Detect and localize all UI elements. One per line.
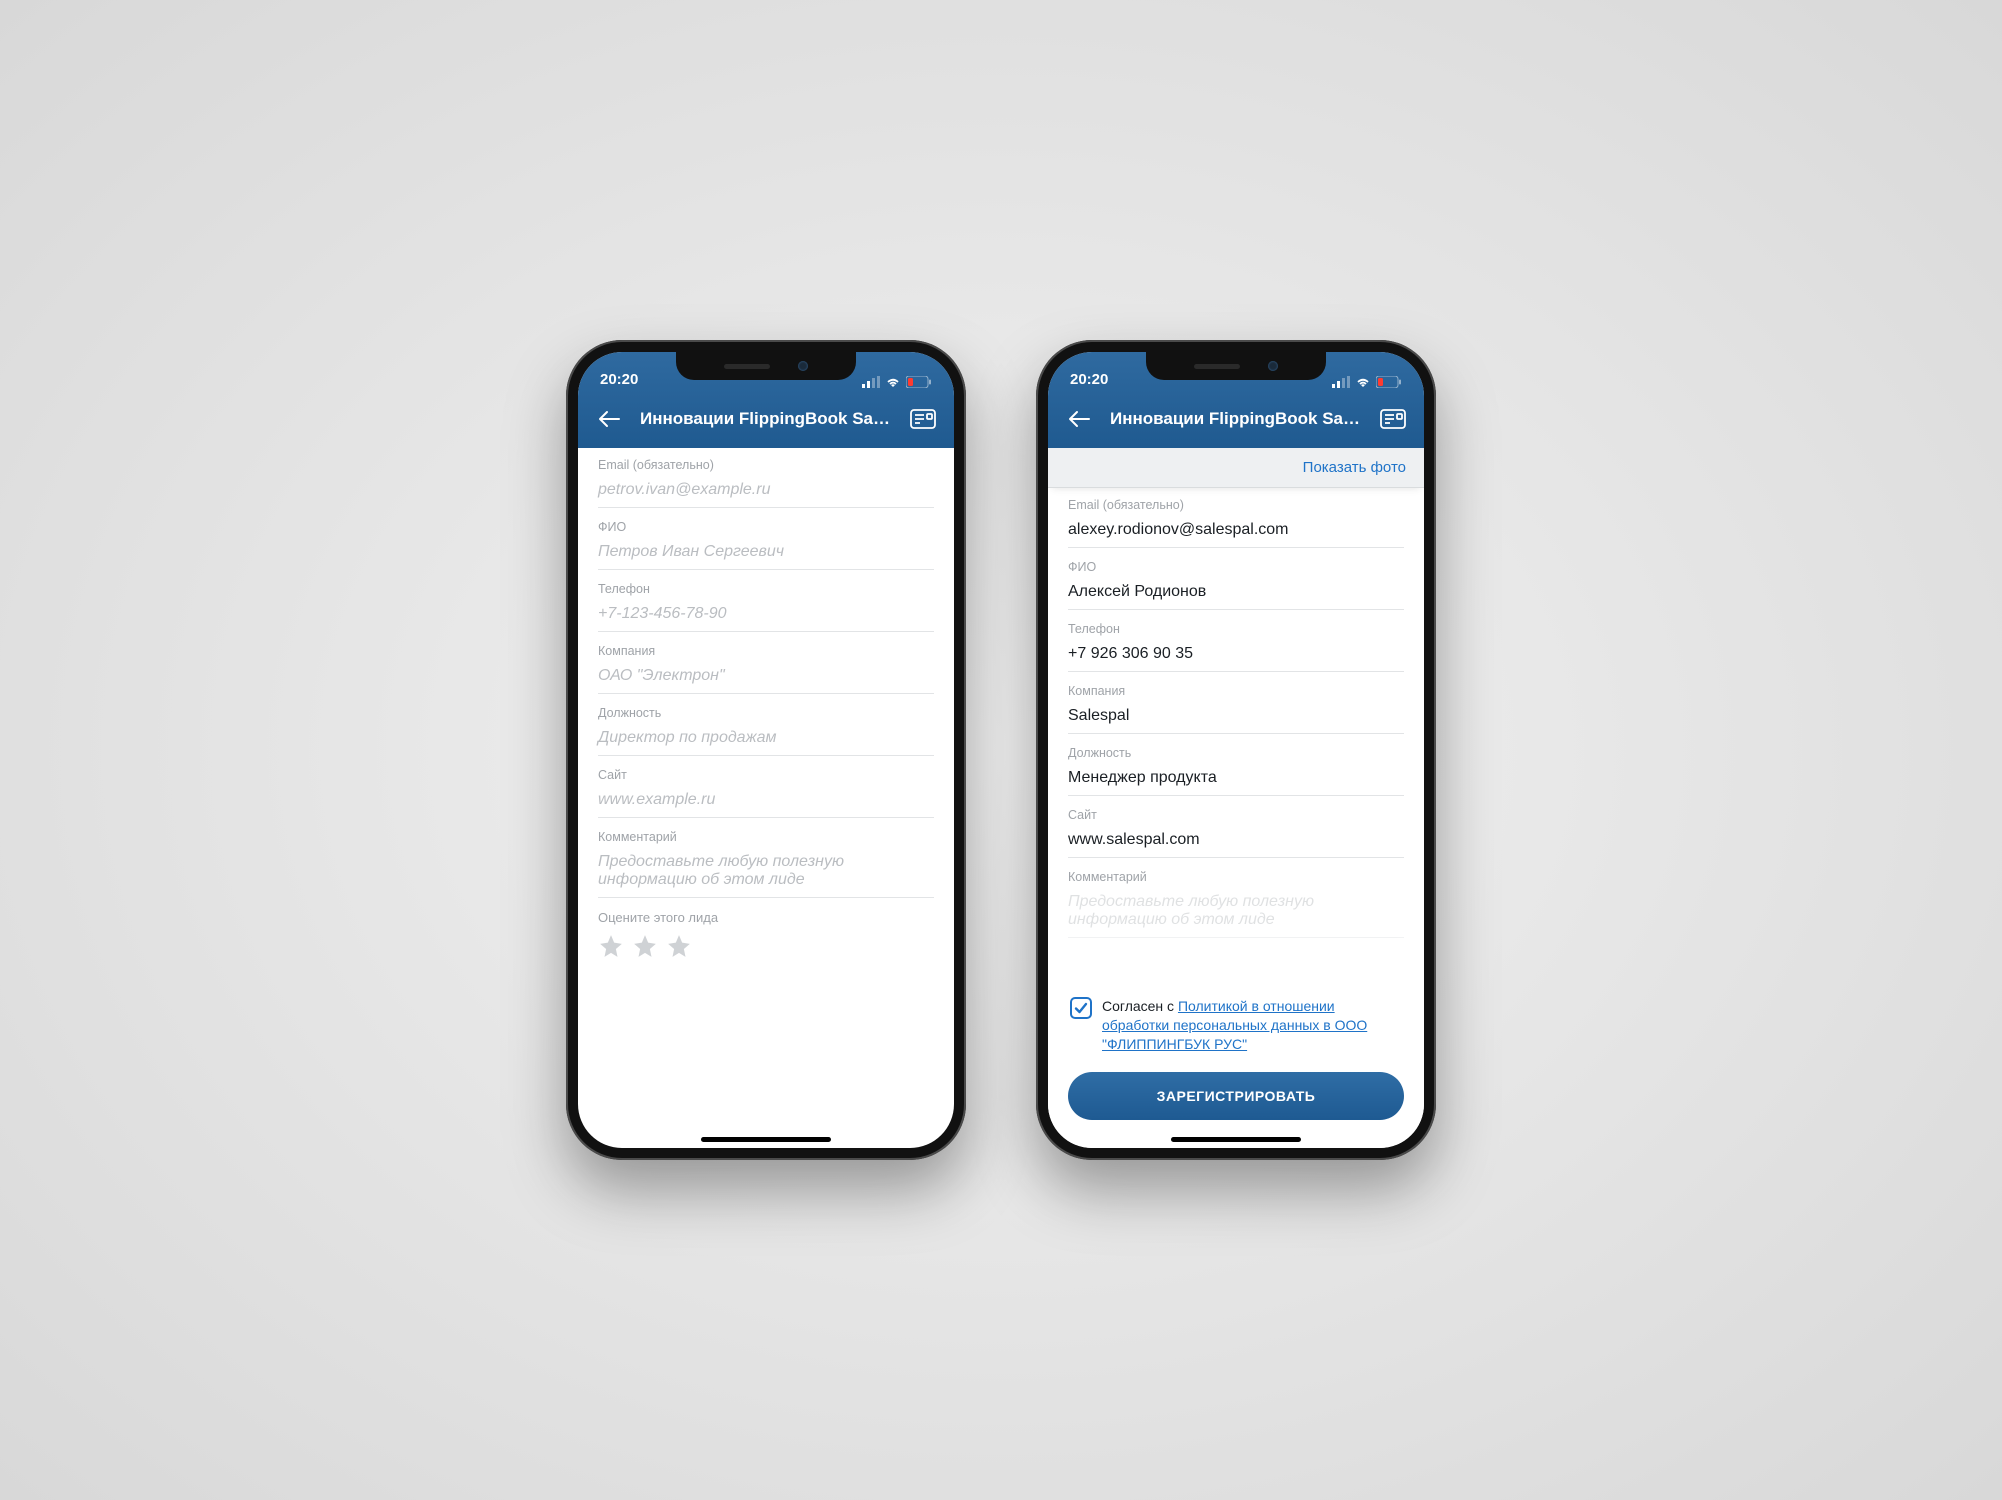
phone-mockup-left: 20:20 Инновации FlippingBo xyxy=(566,340,966,1160)
cellular-icon xyxy=(1332,376,1350,388)
field-email: Email (обязательно) petrov.ivan@example.… xyxy=(598,458,934,508)
input-phone[interactable]: +7 926 306 90 35 xyxy=(1068,640,1404,672)
rating-label: Оцените этого лида xyxy=(598,910,934,925)
label-email: Email (обязательно) xyxy=(1068,498,1404,512)
field-role: Должность Менеджер продукта xyxy=(1068,746,1404,796)
phone-mockup-right: 20:20 Инновации FlippingBo xyxy=(1036,340,1436,1160)
input-email[interactable]: petrov.ivan@example.ru xyxy=(598,476,934,508)
page-title: Инновации FlippingBook Salespal xyxy=(1108,409,1364,429)
form-content: Показать фото Email (обязательно) alexey… xyxy=(1048,448,1424,1148)
input-comment[interactable]: Предоставьте любую полезную информацию о… xyxy=(1068,888,1404,938)
input-name[interactable]: Алексей Родионов xyxy=(1068,578,1404,610)
scan-card-button[interactable] xyxy=(1376,402,1410,436)
label-role: Должность xyxy=(1068,746,1404,760)
nav-bar: Инновации FlippingBook Salespal xyxy=(1048,390,1424,448)
label-role: Должность xyxy=(598,706,934,720)
wifi-icon xyxy=(885,376,901,388)
label-site: Сайт xyxy=(1068,808,1404,822)
star-2[interactable] xyxy=(632,933,658,959)
label-name: ФИО xyxy=(598,520,934,534)
back-button[interactable] xyxy=(592,402,626,436)
back-button[interactable] xyxy=(1062,402,1096,436)
field-email: Email (обязательно) alexey.rodionov@sale… xyxy=(1068,498,1404,548)
label-phone: Телефон xyxy=(1068,622,1404,636)
input-name[interactable]: Петров Иван Сергеевич xyxy=(598,538,934,570)
phone-notch xyxy=(676,352,856,380)
star-1[interactable] xyxy=(598,933,624,959)
scan-card-button[interactable] xyxy=(906,402,940,436)
input-phone[interactable]: +7-123-456-78-90 xyxy=(598,600,934,632)
field-site: Сайт www.salespal.com xyxy=(1068,808,1404,858)
screen: 20:20 Инновации FlippingBo xyxy=(1048,352,1424,1148)
field-comment: Комментарий Предоставьте любую полезную … xyxy=(1068,870,1404,938)
field-name: ФИО Алексей Родионов xyxy=(1068,560,1404,610)
label-comment: Комментарий xyxy=(1068,870,1404,884)
label-comment: Комментарий xyxy=(598,830,934,844)
register-button[interactable]: ЗАРЕГИСТРИРОВАТЬ xyxy=(1068,1072,1404,1120)
input-site[interactable]: www.example.ru xyxy=(598,786,934,818)
input-role[interactable]: Менеджер продукта xyxy=(1068,764,1404,796)
consent-prefix: Согласен с xyxy=(1102,998,1178,1014)
battery-icon xyxy=(1376,376,1402,388)
cellular-icon xyxy=(862,376,880,388)
label-phone: Телефон xyxy=(598,582,934,596)
consent-text: Согласен с Политикой в отношении обработ… xyxy=(1102,997,1402,1054)
label-company: Компания xyxy=(598,644,934,658)
input-site[interactable]: www.salespal.com xyxy=(1068,826,1404,858)
show-photo-link[interactable]: Показать фото xyxy=(1303,459,1406,476)
label-email: Email (обязательно) xyxy=(598,458,934,472)
form-footer: Согласен с Политикой в отношении обработ… xyxy=(1048,995,1424,1148)
field-name: ФИО Петров Иван Сергеевич xyxy=(598,520,934,570)
input-comment[interactable]: Предоставьте любую полезную информацию о… xyxy=(598,848,934,898)
register-button-label: ЗАРЕГИСТРИРОВАТЬ xyxy=(1157,1088,1316,1104)
page-title: Инновации FlippingBook Salespal xyxy=(638,409,894,429)
star-3[interactable] xyxy=(666,933,692,959)
wifi-icon xyxy=(1355,376,1371,388)
rating-stars xyxy=(598,933,934,959)
field-phone: Телефон +7-123-456-78-90 xyxy=(598,582,934,632)
label-site: Сайт xyxy=(598,768,934,782)
form-content: Email (обязательно) petrov.ivan@example.… xyxy=(578,448,954,1148)
phone-notch xyxy=(1146,352,1326,380)
status-time: 20:20 xyxy=(1070,371,1108,388)
label-company: Компания xyxy=(1068,684,1404,698)
field-phone: Телефон +7 926 306 90 35 xyxy=(1068,622,1404,672)
consent-checkbox[interactable] xyxy=(1070,997,1092,1019)
field-role: Должность Директор по продажам xyxy=(598,706,934,756)
screen: 20:20 Инновации FlippingBo xyxy=(578,352,954,1148)
input-email[interactable]: alexey.rodionov@salespal.com xyxy=(1068,516,1404,548)
home-indicator[interactable] xyxy=(1171,1137,1301,1142)
action-bar: Показать фото xyxy=(1048,448,1424,488)
nav-bar: Инновации FlippingBook Salespal xyxy=(578,390,954,448)
field-comment: Комментарий Предоставьте любую полезную … xyxy=(598,830,934,898)
input-company[interactable]: ОАО "Электрон" xyxy=(598,662,934,694)
field-company: Компания Salespal xyxy=(1068,684,1404,734)
field-company: Компания ОАО "Электрон" xyxy=(598,644,934,694)
status-time: 20:20 xyxy=(600,371,638,388)
form-scroll[interactable]: Email (обязательно) petrov.ivan@example.… xyxy=(578,448,954,1148)
consent-row: Согласен с Политикой в отношении обработ… xyxy=(1068,995,1404,1072)
battery-icon xyxy=(906,376,932,388)
field-site: Сайт www.example.ru xyxy=(598,768,934,818)
input-company[interactable]: Salespal xyxy=(1068,702,1404,734)
label-name: ФИО xyxy=(1068,560,1404,574)
home-indicator[interactable] xyxy=(701,1137,831,1142)
input-role[interactable]: Директор по продажам xyxy=(598,724,934,756)
